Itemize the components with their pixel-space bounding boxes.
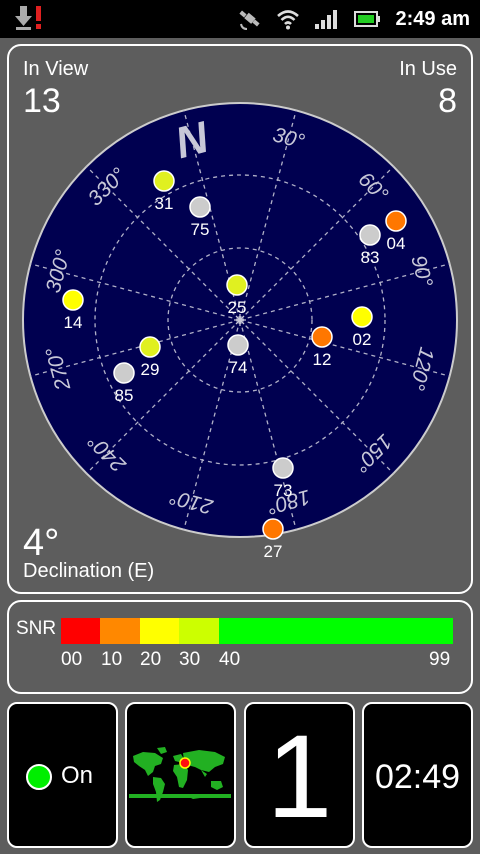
sky-plot: 30°60°90°120°150°180°210°240°270°300°330…	[22, 102, 458, 561]
satellite-dot	[189, 196, 211, 218]
satellite-dot	[227, 334, 249, 356]
snr-tick: 99	[429, 649, 451, 670]
snr-segment-yellow	[140, 618, 179, 644]
satellite-dot	[62, 289, 84, 311]
snr-tick: 30	[179, 649, 201, 670]
status-bar: 2:49 am	[0, 0, 480, 38]
snr-tick: 10	[101, 649, 123, 670]
snr-tick: 40	[219, 649, 241, 670]
snr-segment-green	[219, 618, 453, 644]
satellite-label: 74	[229, 358, 248, 377]
satellite-dot	[262, 518, 284, 540]
satellite-dot	[226, 274, 248, 296]
world-map-icon	[129, 747, 231, 802]
clock-tile[interactable]: 02:49	[362, 702, 473, 848]
satellite-label: 25	[228, 298, 247, 317]
snr-segment-red	[61, 618, 100, 644]
gps-status-indicator	[26, 764, 52, 790]
gps-icon	[238, 10, 260, 30]
clock-time: 02:49	[374, 758, 461, 796]
download-alert-icon	[14, 4, 44, 37]
snr-segment-yellowgreen	[179, 618, 219, 644]
in-view-value: 13	[23, 82, 61, 120]
snr-tick: 00	[61, 649, 83, 670]
in-use-label: In Use	[399, 58, 457, 80]
satellite-dot	[311, 326, 333, 348]
gps-status-tile[interactable]: On	[7, 702, 118, 848]
battery-icon	[353, 11, 380, 27]
satellites-in-use-count: 1	[266, 711, 333, 843]
declination-value: 4°	[23, 522, 60, 564]
satellite-label: 85	[115, 386, 134, 405]
satellites-in-use-tile[interactable]: 1	[244, 702, 355, 848]
satellite-dot	[113, 362, 135, 384]
satellite-dot	[359, 224, 381, 246]
signal-icon	[314, 10, 337, 29]
satellite-label: 73	[274, 481, 293, 500]
satellite-label: 29	[141, 360, 160, 379]
declination-label: Declination (E)	[23, 560, 155, 582]
satellite-dot	[272, 457, 294, 479]
satellite-label: 75	[191, 220, 210, 239]
snr-legend-panel: SNR 00 10 20 30 40 99	[7, 600, 473, 694]
wifi-icon	[276, 10, 299, 30]
sky-view-panel: 30° 60° 90° 120° 150° 180° 210° 240° 270° 300° 330…	[7, 44, 473, 594]
satellite-label: 27	[264, 542, 283, 561]
in-use-value: 8	[438, 82, 457, 120]
satellite-label: 83	[361, 248, 380, 267]
satellite-label: 04	[387, 234, 406, 253]
satellite-label: 02	[353, 330, 372, 349]
snr-color-bar	[61, 618, 453, 644]
satellite-dot	[139, 336, 161, 358]
satellite-dot	[385, 210, 407, 232]
snr-segment-orange	[100, 618, 140, 644]
satellite-label: 12	[313, 350, 332, 369]
satellite-label: 31	[155, 194, 174, 213]
world-map-tile[interactable]	[125, 702, 236, 848]
status-time: 2:49 am	[395, 7, 471, 30]
gps-status-label: On	[61, 762, 94, 789]
snr-tick: 20	[140, 649, 162, 670]
satellite-label: 14	[64, 313, 83, 332]
snr-label: SNR	[16, 618, 57, 639]
satellite-dot	[351, 306, 373, 328]
satellite-dot	[153, 170, 175, 192]
in-view-label: In View	[23, 58, 89, 80]
